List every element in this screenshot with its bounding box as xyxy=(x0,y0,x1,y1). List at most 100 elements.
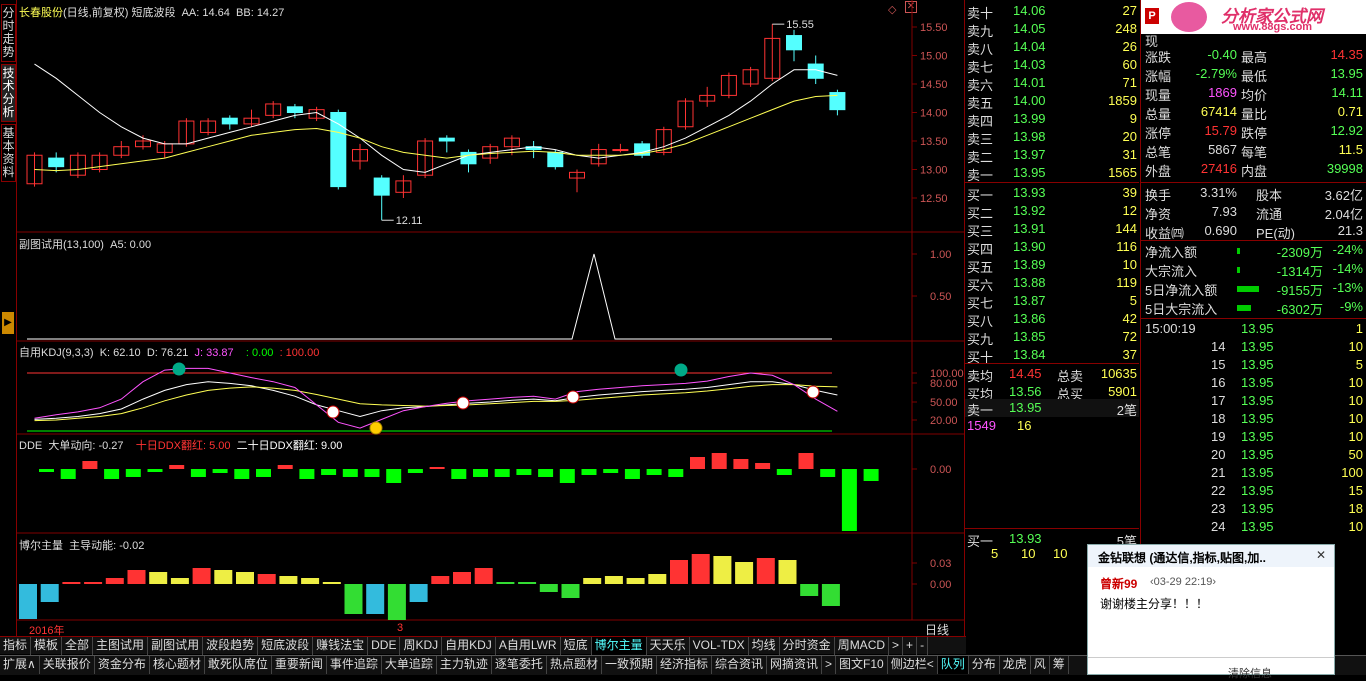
info-tab[interactable]: 图文F10 xyxy=(836,656,888,674)
info-tab[interactable]: 关联报价 xyxy=(40,656,95,674)
indicator-tab[interactable]: 主图试用 xyxy=(93,637,149,655)
ask-row[interactable]: 卖二 13.97 31 xyxy=(965,146,1139,165)
info-tab[interactable]: 队列 xyxy=(937,656,969,674)
indicator-tab[interactable]: 赚钱法宝 xyxy=(313,637,369,655)
ask-row[interactable]: 卖六 14.01 71 xyxy=(965,74,1139,93)
bid-row[interactable]: 买十 13.84 37 xyxy=(965,346,1139,365)
info-tab[interactable]: 分布 xyxy=(969,656,1000,674)
bid-row[interactable]: 买二 13.92 12 xyxy=(965,202,1139,221)
bid-row[interactable]: 买三 13.91 144 xyxy=(965,220,1139,239)
info-tab[interactable]: 一致预期 xyxy=(602,656,657,674)
indicator-tab[interactable]: 指标 xyxy=(0,637,32,655)
info-tab[interactable]: 扩展∧ xyxy=(0,656,40,674)
indicator-tab[interactable]: 周KDJ xyxy=(400,637,443,655)
indicator-tab[interactable]: 短底 xyxy=(561,637,592,655)
ask-row[interactable]: 卖三 13.98 20 xyxy=(965,128,1139,147)
info-tab[interactable]: 龙虎 xyxy=(1000,656,1031,674)
indicator-tab[interactable]: 博尔主量 xyxy=(591,637,647,655)
ask-row[interactable]: 卖七 14.03 60 xyxy=(965,56,1139,75)
ask-row[interactable]: 卖九 14.05 248 xyxy=(965,20,1139,39)
tab-technical[interactable]: 技术分析 xyxy=(1,64,16,122)
popup-clear-button[interactable]: 清除信息 xyxy=(1228,665,1272,681)
indicator-tab[interactable]: 波段趋势 xyxy=(203,637,259,655)
info-tab[interactable]: 事件追踪 xyxy=(327,656,382,674)
chart-area[interactable]: 长春股份(日线,前复权) 短底波段 AA: 14.64 BB: 14.27 ◇ … xyxy=(17,0,965,637)
info-tab[interactable]: 网摘资讯 xyxy=(767,656,823,674)
quote-row: 总笔 5867 每笔 11.5 xyxy=(1141,141,1366,160)
indicator-tab[interactable]: 模板 xyxy=(31,637,63,655)
info-tab[interactable]: 综合资讯 xyxy=(712,656,767,674)
lo-label: 12.11 xyxy=(396,215,423,227)
ask-row[interactable]: 卖四 13.99 9 xyxy=(965,110,1139,129)
popup-user[interactable]: 曾新99 xyxy=(1100,575,1137,592)
popup-close-icon[interactable]: ✕ xyxy=(1316,548,1326,562)
bid-row[interactable]: 买四 13.90 116 xyxy=(965,238,1139,257)
info-tab[interactable]: 资金分布 xyxy=(95,656,150,674)
indicator-tab[interactable]: 周MACD xyxy=(835,637,890,655)
dde-bar-red xyxy=(711,453,727,469)
kdj-axis-label: 80.00 xyxy=(930,378,958,390)
info-tab[interactable]: 主力轨迹 xyxy=(437,656,492,674)
bid-price: 13.90 xyxy=(1013,239,1046,254)
ask-row[interactable]: 卖十 14.06 27 xyxy=(965,2,1139,21)
info-tab[interactable]: > xyxy=(822,656,837,674)
bid-row[interactable]: 买七 13.87 5 xyxy=(965,292,1139,311)
info-tab[interactable]: 核心题材 xyxy=(150,656,205,674)
boer-bar-up xyxy=(279,576,298,584)
info-tab[interactable]: 侧边栏< xyxy=(888,656,938,674)
tick-price: 13.95 xyxy=(1241,483,1274,498)
tick-time: 15:00:19 xyxy=(1145,321,1196,336)
ask-row[interactable]: 卖一 13.95 1565 xyxy=(965,164,1139,183)
tab-fundamental[interactable]: 基本资料 xyxy=(1,124,16,182)
indicator-tab[interactable]: 自用KDJ xyxy=(442,637,496,655)
flow-bar xyxy=(1237,305,1251,311)
ask-row[interactable]: 卖五 14.00 1859 xyxy=(965,92,1139,111)
expand-arrow-icon[interactable]: ▶ xyxy=(2,312,14,334)
boer-bar-down xyxy=(366,584,385,614)
boer-bar-up xyxy=(84,582,103,584)
info-tab[interactable]: 热点题材 xyxy=(547,656,602,674)
bid-row[interactable]: 买九 13.85 72 xyxy=(965,328,1139,347)
info-tab[interactable]: 敢死队席位 xyxy=(205,656,272,674)
info-tab[interactable]: 筹 xyxy=(1050,656,1069,674)
indicator-tab[interactable]: 分时资金 xyxy=(780,637,835,655)
indicator-tab[interactable]: 天天乐 xyxy=(647,637,690,655)
bid-row[interactable]: 买八 13.86 42 xyxy=(965,310,1139,329)
quote-row: 涨跌 -0.40 最高 14.35 xyxy=(1141,46,1366,65)
bid-volume: 12 xyxy=(1122,203,1137,218)
popup-message: 谢谢楼主分享！！！ xyxy=(1100,597,1209,611)
bid-row[interactable]: 买五 13.89 10 xyxy=(965,256,1139,275)
quote-divider xyxy=(1141,182,1366,183)
sell1-queue-values[interactable]: 1549 16 xyxy=(965,417,1139,435)
avg-sell-row[interactable]: 卖均 14.45 总卖 10635 xyxy=(965,365,1139,384)
indicator-tab[interactable]: 短底波段 xyxy=(258,637,314,655)
brand-banner: P 分析家公式网 www.88gs.com xyxy=(1141,0,1366,34)
indicator-tab[interactable]: 均线 xyxy=(749,637,780,655)
dde-bar-green xyxy=(538,469,554,477)
info-tab[interactable]: 重要新闻 xyxy=(272,656,327,674)
boer-bar-up xyxy=(583,578,602,584)
info-tab[interactable]: 大单追踪 xyxy=(382,656,437,674)
sell1-queue-row[interactable]: 卖一 13.95 2笔 xyxy=(965,399,1139,418)
tick-volume: 15 xyxy=(1348,483,1363,498)
quote-value: 21.3 xyxy=(1337,223,1363,238)
dde-bar-red xyxy=(429,467,445,469)
indicator-tab[interactable]: 全部 xyxy=(62,637,94,655)
dde-bar-red xyxy=(169,465,185,469)
boer-bar-down xyxy=(344,584,363,614)
indicator-tab[interactable]: 副图试用 xyxy=(148,637,204,655)
indicator-tab[interactable]: A自用LWR xyxy=(496,637,561,655)
indicator-tab[interactable]: + xyxy=(903,637,918,655)
ask-price: 13.95 xyxy=(1013,165,1046,180)
indicator-tab[interactable]: DDE xyxy=(368,637,401,655)
info-tab[interactable]: 风 xyxy=(1031,656,1050,674)
bid-row[interactable]: 买六 13.88 119 xyxy=(965,274,1139,293)
ask-row[interactable]: 卖八 14.04 26 xyxy=(965,38,1139,57)
info-tab[interactable]: 经济指标 xyxy=(657,656,712,674)
indicator-tab[interactable]: > xyxy=(889,637,904,655)
tab-intraday[interactable]: 分时走势 xyxy=(1,4,16,62)
indicator-tab[interactable]: VOL-TDX xyxy=(690,637,749,655)
bid-row[interactable]: 买一 13.93 39 xyxy=(965,184,1139,203)
indicator-tab[interactable]: - xyxy=(917,637,929,655)
info-tab[interactable]: 逐笔委托 xyxy=(492,656,547,674)
